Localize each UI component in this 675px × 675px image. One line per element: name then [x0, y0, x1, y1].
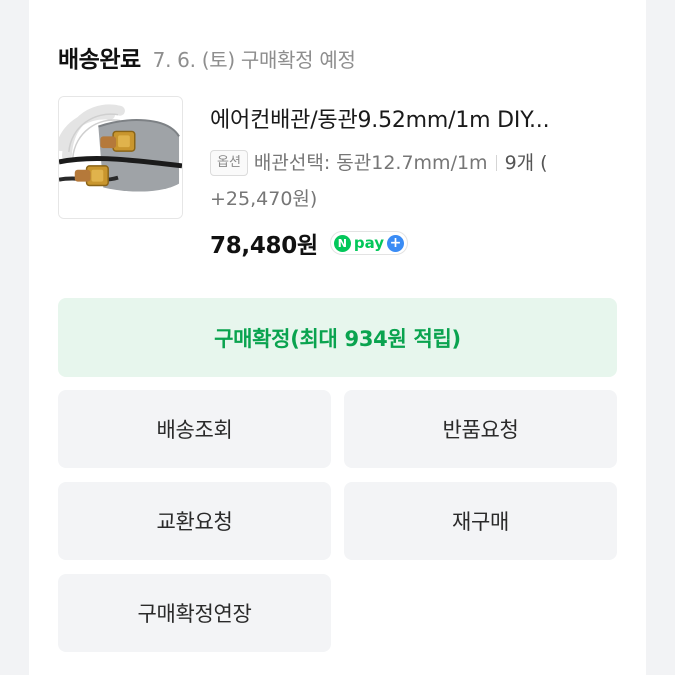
- exchange-request-button[interactable]: 교환요청: [58, 482, 331, 560]
- confirm-date-note: 7. 6. (토) 구매확정 예정: [152, 48, 356, 72]
- order-price: 78,480원: [210, 233, 318, 259]
- option-extra-price: +25,470원): [210, 188, 318, 210]
- copper-pipe-image: [59, 97, 182, 218]
- option-quantity: 9개 (: [504, 152, 548, 174]
- price-row: 78,480원 N pay +: [210, 226, 409, 260]
- delivery-status: 배송완료: [58, 47, 141, 73]
- option-text: 배관선택: 동관12.7mm/1m: [253, 152, 488, 174]
- order-card: 배송완료 7. 6. (토) 구매확정 예정 에어컨배관/동관9.52mm/1m…: [29, 0, 646, 675]
- track-delivery-button[interactable]: 배송조회: [58, 390, 331, 468]
- extend-confirm-button[interactable]: 구매확정연장: [58, 574, 331, 652]
- return-request-button[interactable]: 반품요청: [344, 390, 617, 468]
- order-status-row: 배송완료 7. 6. (토) 구매확정 예정: [58, 40, 356, 74]
- product-thumbnail[interactable]: [58, 96, 183, 219]
- npay-label: pay: [353, 234, 385, 252]
- plus-icon: +: [387, 234, 405, 252]
- rebuy-button[interactable]: 재구매: [344, 482, 617, 560]
- option-divider: [495, 155, 497, 171]
- npay-plus-badge: N pay +: [329, 231, 409, 255]
- npay-n-icon: N: [333, 234, 351, 252]
- option-badge: 옵션: [210, 150, 248, 176]
- purchase-confirm-button[interactable]: 구매확정(최대 934원 적립): [58, 298, 617, 377]
- product-name[interactable]: 에어컨배관/동관9.52mm/1m DIY...: [210, 102, 630, 134]
- product-option: 옵션 배관선택: 동관12.7mm/1m 9개 ( +25,470원): [210, 145, 630, 217]
